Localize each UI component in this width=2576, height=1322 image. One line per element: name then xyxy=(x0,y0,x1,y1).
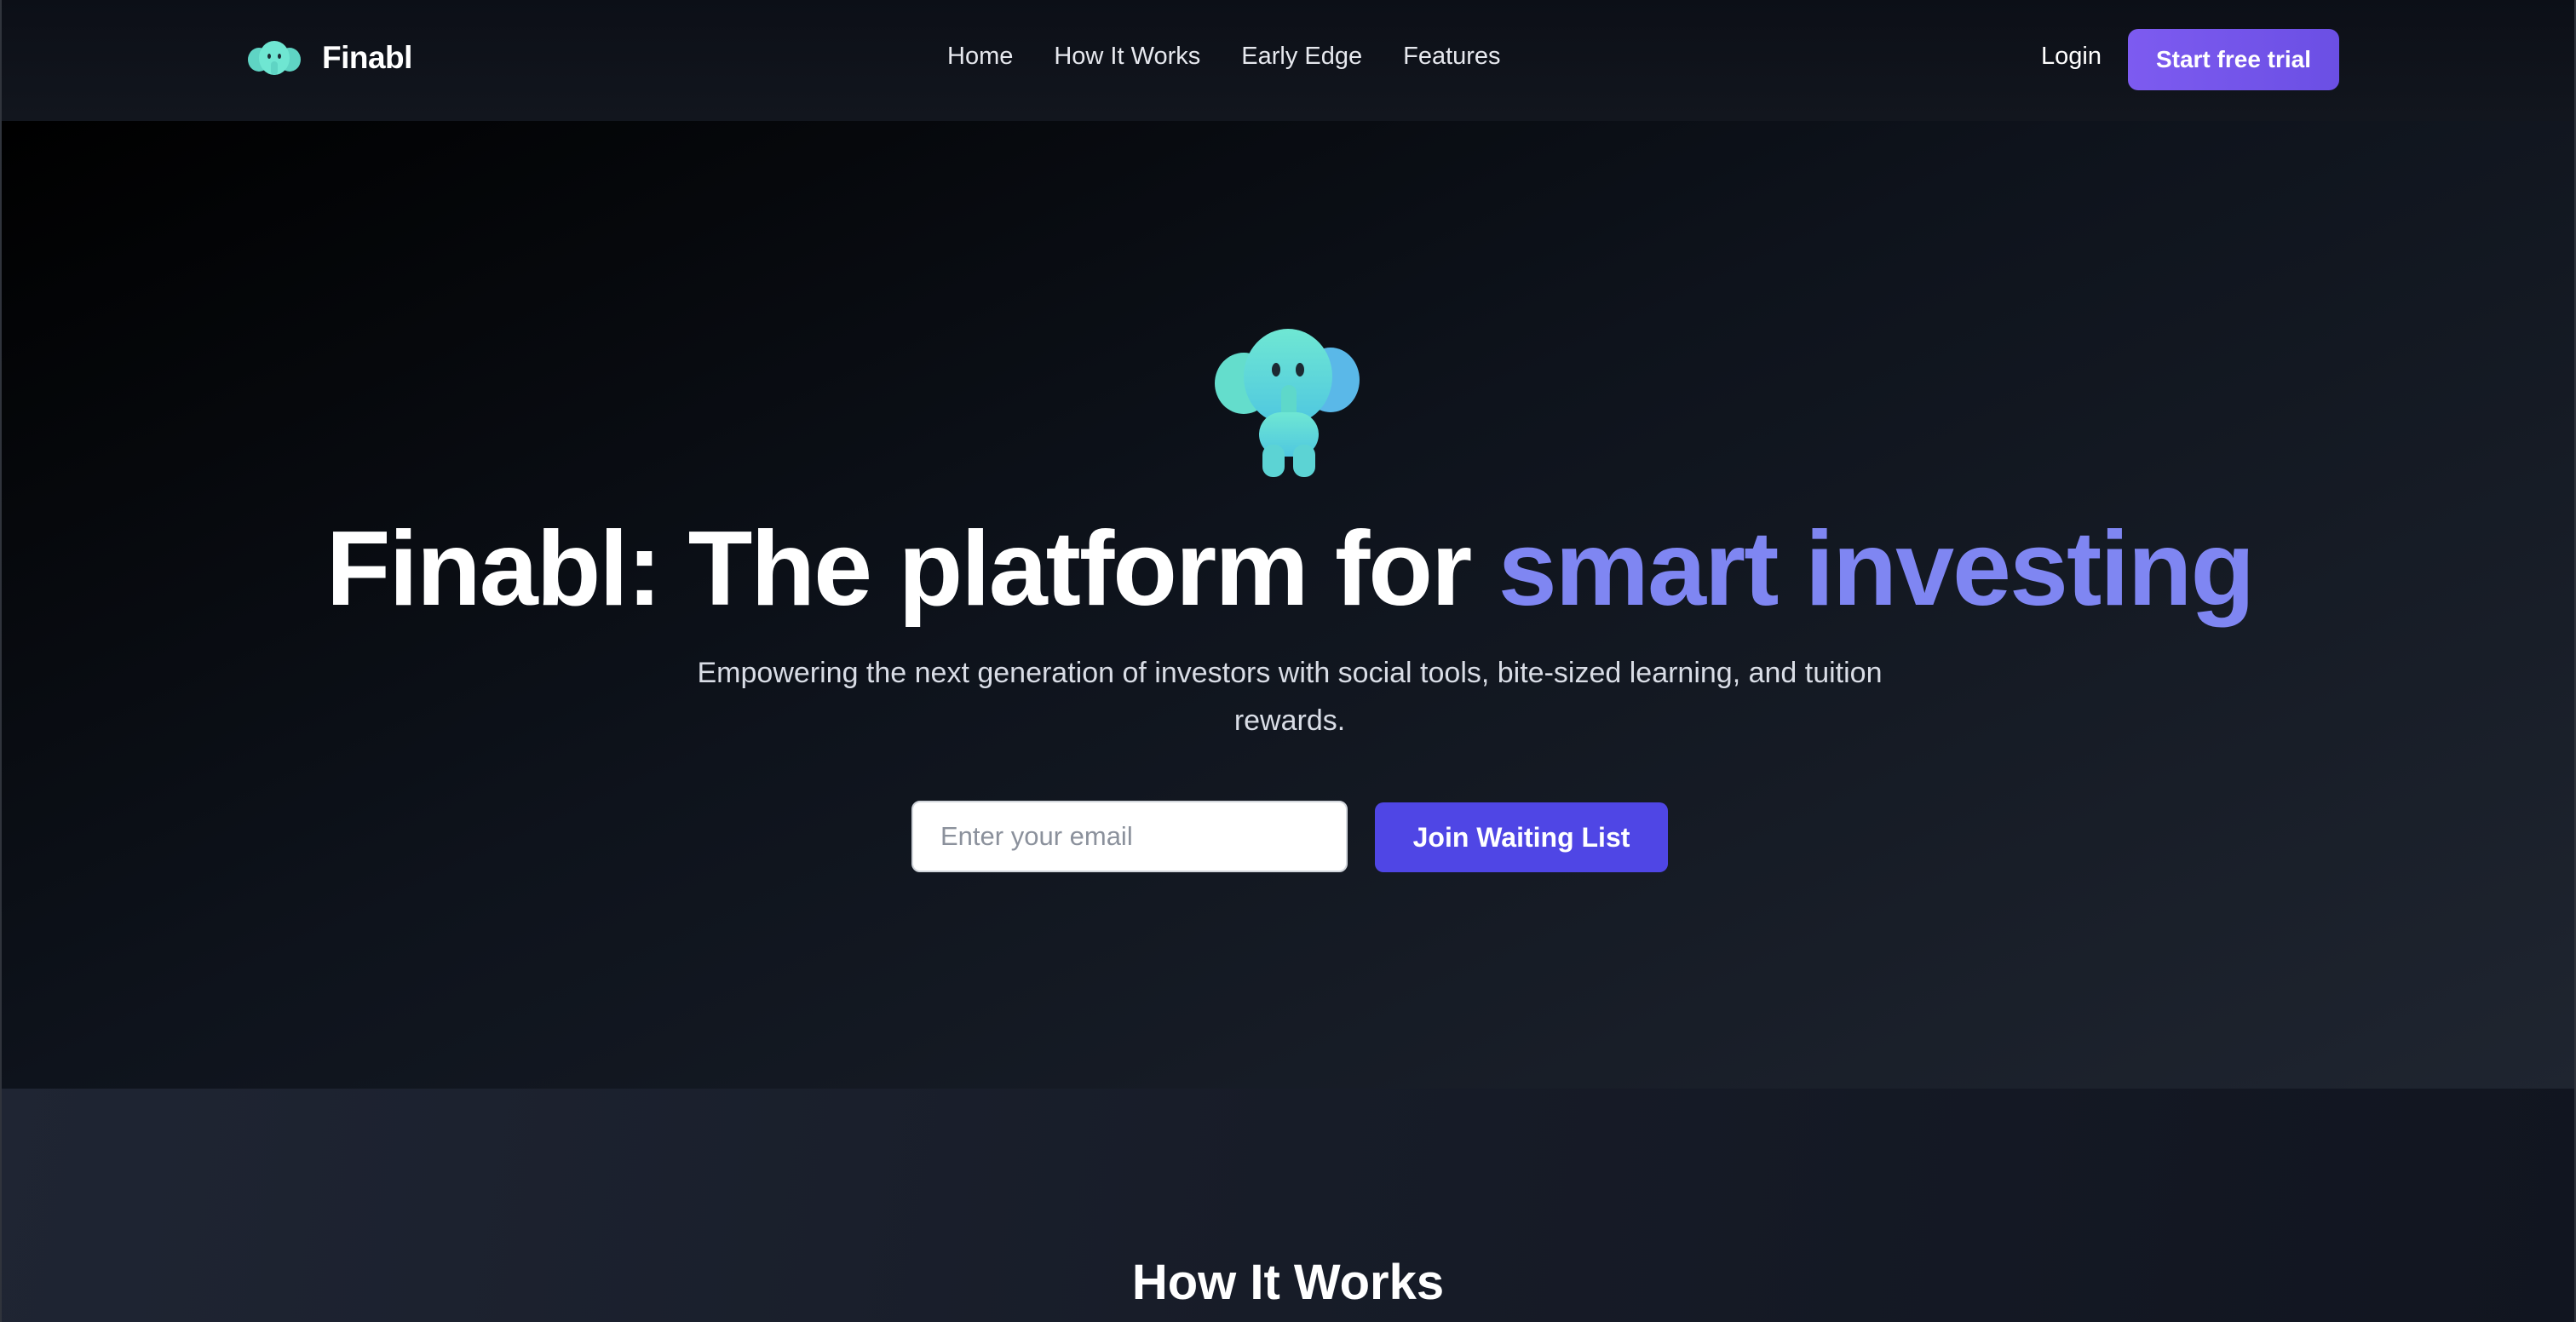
elephant-mascot-icon xyxy=(1215,329,1360,477)
top-navbar: Finabl Home How It Works Early Edge Feat… xyxy=(2,0,2574,121)
brand[interactable]: Finabl xyxy=(247,37,412,78)
nav-link-early-edge[interactable]: Early Edge xyxy=(1241,43,1362,71)
nav-links: Home How It Works Early Edge Features xyxy=(947,43,1542,71)
page: Finabl Home How It Works Early Edge Feat… xyxy=(0,0,2576,1322)
nav-link-features[interactable]: Features xyxy=(1403,43,1500,71)
hero-headline: Finabl: The platform for smart investing xyxy=(2,506,2574,633)
elephant-logo-icon xyxy=(248,41,301,75)
hero-section: Finabl: The platform for smart investing… xyxy=(2,121,2574,1089)
headline-main: Finabl: The platform for xyxy=(325,510,1498,628)
nav-link-home[interactable]: Home xyxy=(947,43,1013,71)
login-link[interactable]: Login xyxy=(2041,43,2102,71)
brand-name: Finabl xyxy=(322,40,412,75)
section-title: How It Works xyxy=(1131,1255,1445,1310)
headline-accent: smart investing xyxy=(1498,510,2255,628)
nav-link-how-it-works[interactable]: How It Works xyxy=(1054,43,1200,71)
how-it-works-section: How It Works xyxy=(2,1089,2574,1322)
join-waiting-list-button[interactable]: Join Waiting List xyxy=(1375,802,1668,872)
start-free-trial-button[interactable]: Start free trial xyxy=(2128,29,2339,90)
hero-subtitle: Empowering the next generation of invest… xyxy=(697,657,1883,737)
email-input[interactable] xyxy=(911,801,1348,872)
